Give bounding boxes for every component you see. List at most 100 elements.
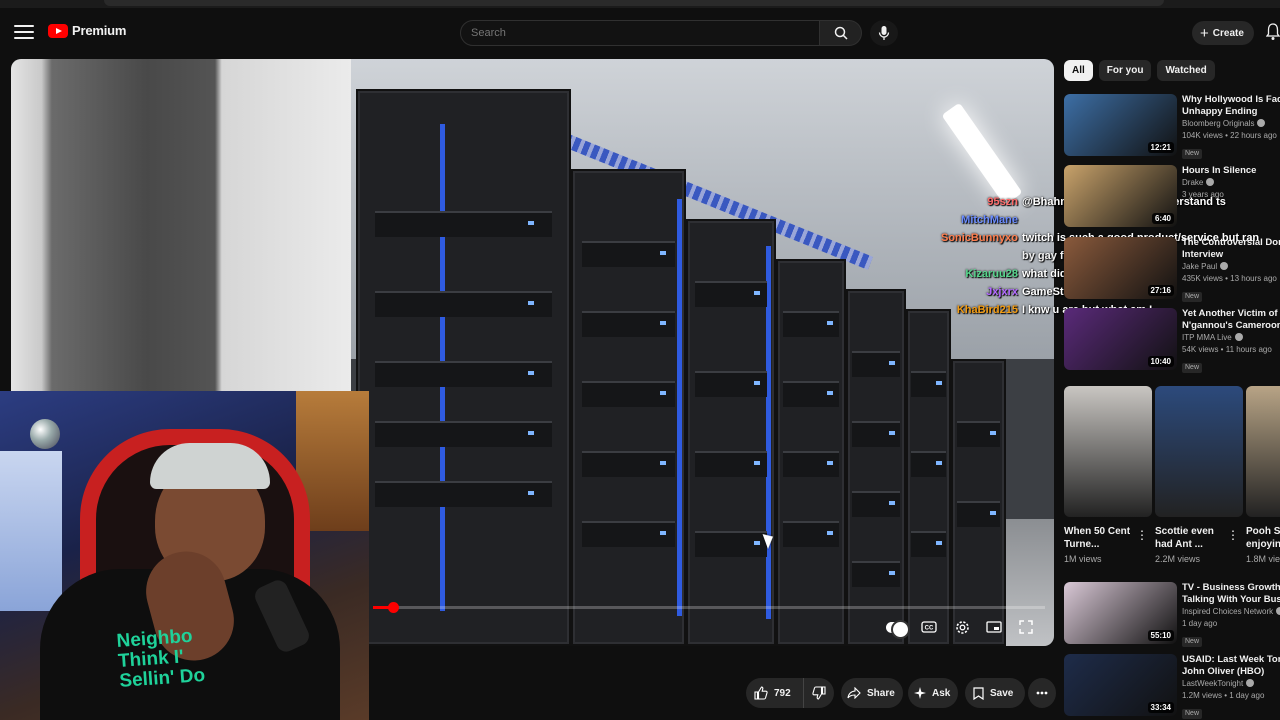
like-count: 792 (774, 687, 791, 699)
video-title: Hours In Silence (1182, 165, 1257, 176)
save-label: Save (990, 687, 1014, 699)
view-count: 1.2M views • 1 day ago (1182, 691, 1265, 700)
video-duration: 55:10 (1147, 630, 1174, 641)
video-duration: 12:21 (1147, 142, 1174, 153)
sparkle-icon (914, 687, 926, 699)
video-title-line2: Interview (1182, 249, 1224, 260)
chip-watched[interactable]: Watched (1157, 60, 1215, 81)
new-badge: New (1182, 363, 1203, 373)
disco-ball (30, 419, 60, 449)
recommended-video[interactable]: 27:16 The Controversial Dona Interview Jake… (1064, 237, 1280, 303)
video-meta: USAID: Last Week TonigJohn Oliver (HBO)L… (1182, 654, 1280, 720)
channel-name[interactable]: Inspired Choices Network (1182, 606, 1280, 618)
filter-chips: All For you Watched (1064, 60, 1215, 81)
shirt-text: Neighbo Think I' Sellin' Do (116, 626, 206, 692)
chat-username: 95szn (987, 196, 1018, 208)
more-vertical-icon[interactable]: ⋮ (1227, 528, 1239, 542)
shorts-shelf: When 50 Cent Turne... 1M views ⋮ Scottie ev… (1064, 386, 1280, 576)
short-title: Pooh S enjoyin (1246, 526, 1280, 550)
short-thumbnail[interactable] (1155, 386, 1243, 517)
new-badge: New (1182, 709, 1203, 719)
channel-name[interactable]: LastWeekTonight (1182, 678, 1280, 690)
video-thumbnail[interactable]: 55:10 (1064, 582, 1177, 644)
voice-search-button[interactable] (870, 20, 898, 46)
like-dislike-group: 792 (746, 678, 834, 708)
recommended-video[interactable]: 10:40 Yet Another Victim of F N'gannou's C… (1064, 308, 1280, 373)
browser-top-strip (0, 0, 1280, 8)
video-thumbnail[interactable]: 27:16 (1064, 237, 1177, 299)
channel-name[interactable]: Bloomberg Originals (1182, 118, 1280, 130)
video-title: USAID: Last Week Tonig (1182, 654, 1280, 665)
thumbs-down-icon (812, 686, 826, 700)
streamer-webcam: Neighbo Think I' Sellin' Do (0, 391, 369, 720)
gear-icon (955, 620, 969, 634)
create-label: Create (1212, 27, 1244, 39)
miniplayer-button[interactable] (983, 618, 1005, 636)
ask-button[interactable]: Ask (908, 678, 958, 708)
view-count: 435K views • 13 hours ago (1182, 274, 1277, 283)
view-count: 3 years ago (1182, 190, 1224, 199)
video-title-line2: Unhappy Ending (1182, 106, 1258, 117)
new-badge: New (1182, 149, 1203, 159)
verified-icon (1220, 262, 1229, 270)
progress-bar[interactable] (373, 602, 1045, 613)
save-button[interactable]: Save (965, 678, 1025, 708)
verified-icon (1234, 333, 1243, 341)
video-meta: The Controversial Dona Interview Jake Paul… (1182, 237, 1280, 303)
new-badge: New (1182, 637, 1203, 647)
video-thumbnail[interactable]: 10:40 (1064, 308, 1177, 370)
recommended-video[interactable]: 33:34 USAID: Last Week TonigJohn Oliver (… (1064, 654, 1280, 720)
channel-name[interactable]: Drake (1182, 177, 1280, 189)
video-meta: Why Hollywood Is Facin Unhappy Ending Bloo… (1182, 94, 1280, 160)
video-title: Why Hollywood Is Facin (1182, 94, 1280, 105)
autoplay-toggle[interactable] (886, 620, 910, 639)
ask-label: Ask (932, 687, 951, 699)
masthead: Premium + Create (0, 8, 1280, 58)
short-thumbnail[interactable] (1064, 386, 1152, 517)
view-count: 104K views • 22 hours ago (1182, 131, 1277, 140)
search-input[interactable] (460, 20, 820, 46)
search-bar (460, 20, 862, 46)
recommended-video[interactable]: 12:21 Why Hollywood Is Facin Unhappy Endin… (1064, 94, 1280, 160)
channel-name[interactable]: Jake Paul (1182, 261, 1280, 273)
youtube-logo[interactable]: Premium (48, 23, 126, 38)
subtitles-button[interactable]: CC (918, 618, 940, 636)
menu-icon[interactable] (14, 22, 34, 42)
recommended-video[interactable]: 55:10 TV - Business Growth B Talking With … (1064, 582, 1280, 647)
view-count: 54K views • 11 hours ago (1182, 345, 1272, 354)
browser-tab[interactable] (104, 0, 1164, 6)
verified-icon (1246, 679, 1255, 687)
bookmark-icon (973, 686, 984, 700)
video-thumbnail[interactable]: 33:34 (1064, 654, 1177, 716)
video-duration: 10:40 (1147, 356, 1174, 367)
search-button[interactable] (820, 20, 862, 46)
chat-username: KhaBird215 (956, 304, 1018, 316)
search-icon (834, 26, 848, 40)
short-video[interactable]: Scottie even had Ant ... 2.2M views ⋮ (1155, 386, 1243, 564)
short-video[interactable]: Pooh S enjoyin1.8M vie⋮ (1246, 386, 1280, 564)
short-thumbnail[interactable] (1246, 386, 1280, 517)
fullscreen-button[interactable] (1015, 618, 1037, 636)
video-thumbnail[interactable]: 6:40 (1064, 165, 1177, 227)
dislike-button[interactable] (804, 678, 834, 708)
microphone-icon (878, 26, 890, 40)
video-thumbnail[interactable]: 12:21 (1064, 94, 1177, 156)
short-video[interactable]: When 50 Cent Turne... 1M views ⋮ (1064, 386, 1152, 564)
chip-all[interactable]: All (1064, 60, 1093, 81)
verified-icon (1276, 607, 1280, 615)
recommended-video[interactable]: 6:40 Hours In Silence Drake 3 years ago (1064, 165, 1280, 229)
video-title: The Controversial Dona (1182, 237, 1280, 248)
create-button[interactable]: + Create (1192, 21, 1254, 45)
chip-for-you[interactable]: For you (1098, 60, 1152, 81)
notifications-bell-icon[interactable] (1266, 23, 1280, 41)
channel-name[interactable]: ITP MMA Live (1182, 332, 1280, 344)
more-actions-button[interactable] (1028, 678, 1056, 708)
logo-text: Premium (72, 23, 127, 38)
like-button[interactable]: 792 (746, 678, 804, 708)
settings-button[interactable] (951, 618, 973, 636)
short-views: 1M views (1064, 554, 1102, 564)
share-button[interactable]: Share (841, 678, 903, 708)
more-vertical-icon[interactable]: ⋮ (1136, 528, 1148, 542)
view-count: 1 day ago (1182, 619, 1218, 628)
new-badge: New (1182, 292, 1203, 302)
